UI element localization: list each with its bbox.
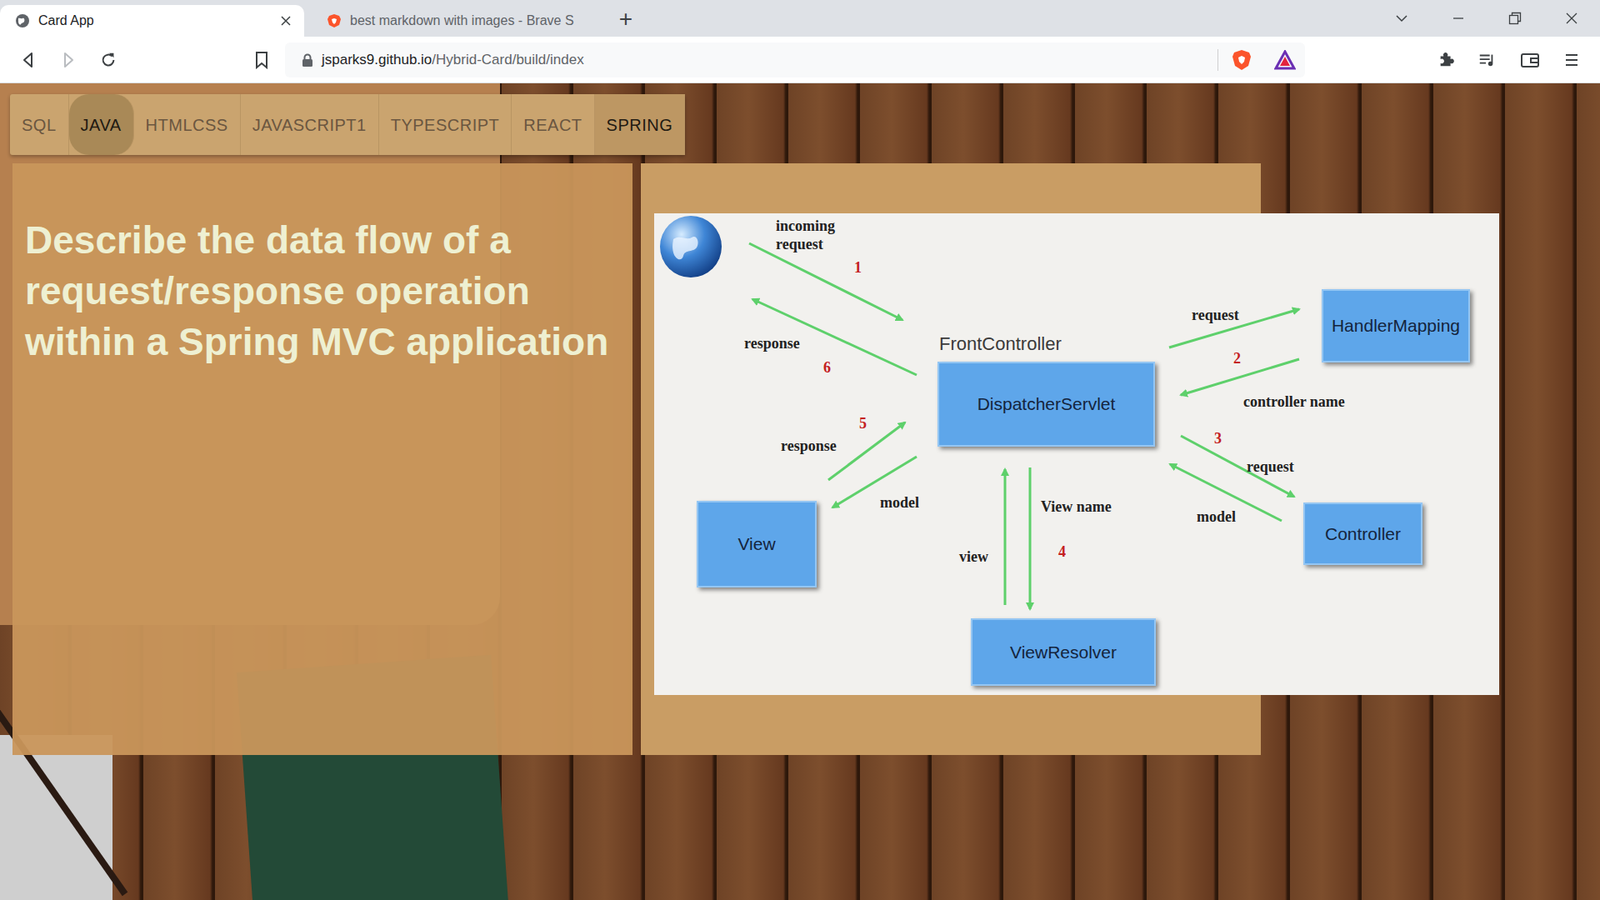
- nav-tab[interactable]: TYPESCRIPT: [379, 94, 513, 155]
- window-controls: [1373, 0, 1600, 37]
- step-number: 4: [1058, 540, 1066, 564]
- nav-tab[interactable]: HTMLCSS: [134, 94, 241, 155]
- arrow-label: incoming request: [775, 216, 851, 254]
- close-tab-icon[interactable]: [277, 12, 295, 30]
- url-text: jsparks9.github.io/Hybrid-Card/build/ind…: [321, 49, 1218, 71]
- diagram-box: View: [696, 500, 817, 588]
- reload-icon[interactable]: [96, 48, 120, 72]
- url-host: jsparks9.github.io: [321, 51, 432, 68]
- arrow-label: response: [780, 435, 837, 458]
- content: SQL JAVA HTMLCSS JAVASCRIPT1 TYPESCRIPT REACT…: [0, 83, 1600, 755]
- question-card[interactable]: Describe the data flow of a request/resp…: [12, 163, 633, 755]
- browser-toolbar: jsparks9.github.io/Hybrid-Card/build/ind…: [0, 36, 1600, 84]
- arrow-label: response: [744, 332, 800, 355]
- nav-tab[interactable]: SQL: [10, 94, 70, 155]
- arrow-label: model: [1196, 505, 1236, 529]
- step-number: 2: [1233, 347, 1241, 370]
- url-path: /Hybrid-Card/build/index: [431, 51, 584, 68]
- nav-tab-label: SQL: [21, 112, 57, 138]
- new-tab-button[interactable]: +: [613, 5, 639, 34]
- nav-tab-label: REACT: [523, 112, 582, 138]
- nav-tab-label: TYPESCRIPT: [390, 112, 500, 138]
- brave-icon: [326, 13, 342, 29]
- background-notepad: [0, 735, 113, 900]
- tab-list: Card App best markdown with images - Brav…: [0, 0, 639, 37]
- arrow-label: View name: [1040, 495, 1112, 519]
- nav-tab[interactable]: JAVASCRIPT1: [240, 94, 380, 155]
- forward-arrow-icon[interactable]: [56, 48, 80, 72]
- back-arrow-icon[interactable]: [16, 48, 40, 72]
- step-number: 3: [1214, 427, 1222, 450]
- menu-icon[interactable]: [1560, 48, 1584, 72]
- nav-tab-label: SPRING: [606, 112, 674, 138]
- tab-strip: Card App best markdown with images - Brav…: [0, 0, 1600, 37]
- step-number: 1: [854, 256, 862, 280]
- globe-icon: [15, 13, 30, 29]
- nav-tab-label: JAVASCRIPT1: [252, 112, 367, 138]
- diagram-box: ViewResolver: [970, 618, 1156, 686]
- arrow-label: model: [880, 491, 920, 515]
- nav-tab[interactable]: JAVA: [69, 94, 135, 155]
- wallet-icon[interactable]: [1518, 48, 1542, 72]
- diagram-box: HandlerMapping: [1321, 289, 1470, 363]
- nav-tab-label: JAVA: [80, 112, 122, 138]
- nav-tab[interactable]: REACT: [511, 94, 595, 155]
- spring-mvc-diagram: FrontController DispatcherServlet HandlerM…: [654, 213, 1500, 695]
- tab-title: best markdown with images - Brave S: [350, 10, 590, 31]
- step-number: 5: [859, 412, 867, 435]
- brave-shields-icon[interactable]: [1230, 48, 1254, 72]
- brave-rewards-triangle-icon[interactable]: [1273, 48, 1297, 72]
- playlist-icon[interactable]: [1475, 48, 1499, 72]
- arrow-label: controller name: [1243, 390, 1345, 414]
- card-row: Describe the data flow of a request/resp…: [12, 163, 1600, 755]
- browser-tab[interactable]: Card App: [0, 5, 305, 37]
- answer-card[interactable]: FrontControllerDispatcherServletHandlerM…: [640, 163, 1261, 755]
- arrow-label: request: [1246, 455, 1295, 479]
- category-nav: SQL JAVA HTMLCSS JAVASCRIPT1 TYPESCRIPT REACT…: [10, 94, 685, 155]
- diagram-box: DispatcherServlet: [937, 361, 1155, 447]
- tab-title: Card App: [38, 10, 270, 31]
- step-number: 6: [823, 356, 831, 380]
- address-bar[interactable]: jsparks9.github.io/Hybrid-Card/build/ind…: [285, 42, 1305, 78]
- browser-tab[interactable]: best markdown with images - Brave S: [304, 5, 600, 37]
- globe-icon: [658, 214, 724, 280]
- minimize-icon[interactable]: [1430, 0, 1487, 37]
- address-divider: [1217, 49, 1219, 71]
- close-window-icon[interactable]: [1543, 0, 1600, 37]
- front-controller-label: FrontController: [939, 330, 1062, 358]
- question-text: Describe the data flow of a request/resp…: [25, 215, 620, 368]
- diagram-box: Controller: [1303, 502, 1423, 565]
- nav-tab[interactable]: SPRING: [595, 94, 686, 155]
- nav-tab-label: HTMLCSS: [145, 112, 229, 138]
- page: SQL JAVA HTMLCSS JAVASCRIPT1 TYPESCRIPT REACT…: [0, 83, 1600, 900]
- lock-icon: [300, 52, 315, 68]
- restore-icon[interactable]: [1486, 0, 1544, 37]
- tab-search-chevron-icon[interactable]: [1373, 0, 1430, 37]
- arrow-label: view: [959, 545, 989, 569]
- arrow-label: request: [1191, 304, 1240, 327]
- bookmark-icon[interactable]: [250, 48, 274, 72]
- extensions-puzzle-icon[interactable]: [1435, 48, 1459, 72]
